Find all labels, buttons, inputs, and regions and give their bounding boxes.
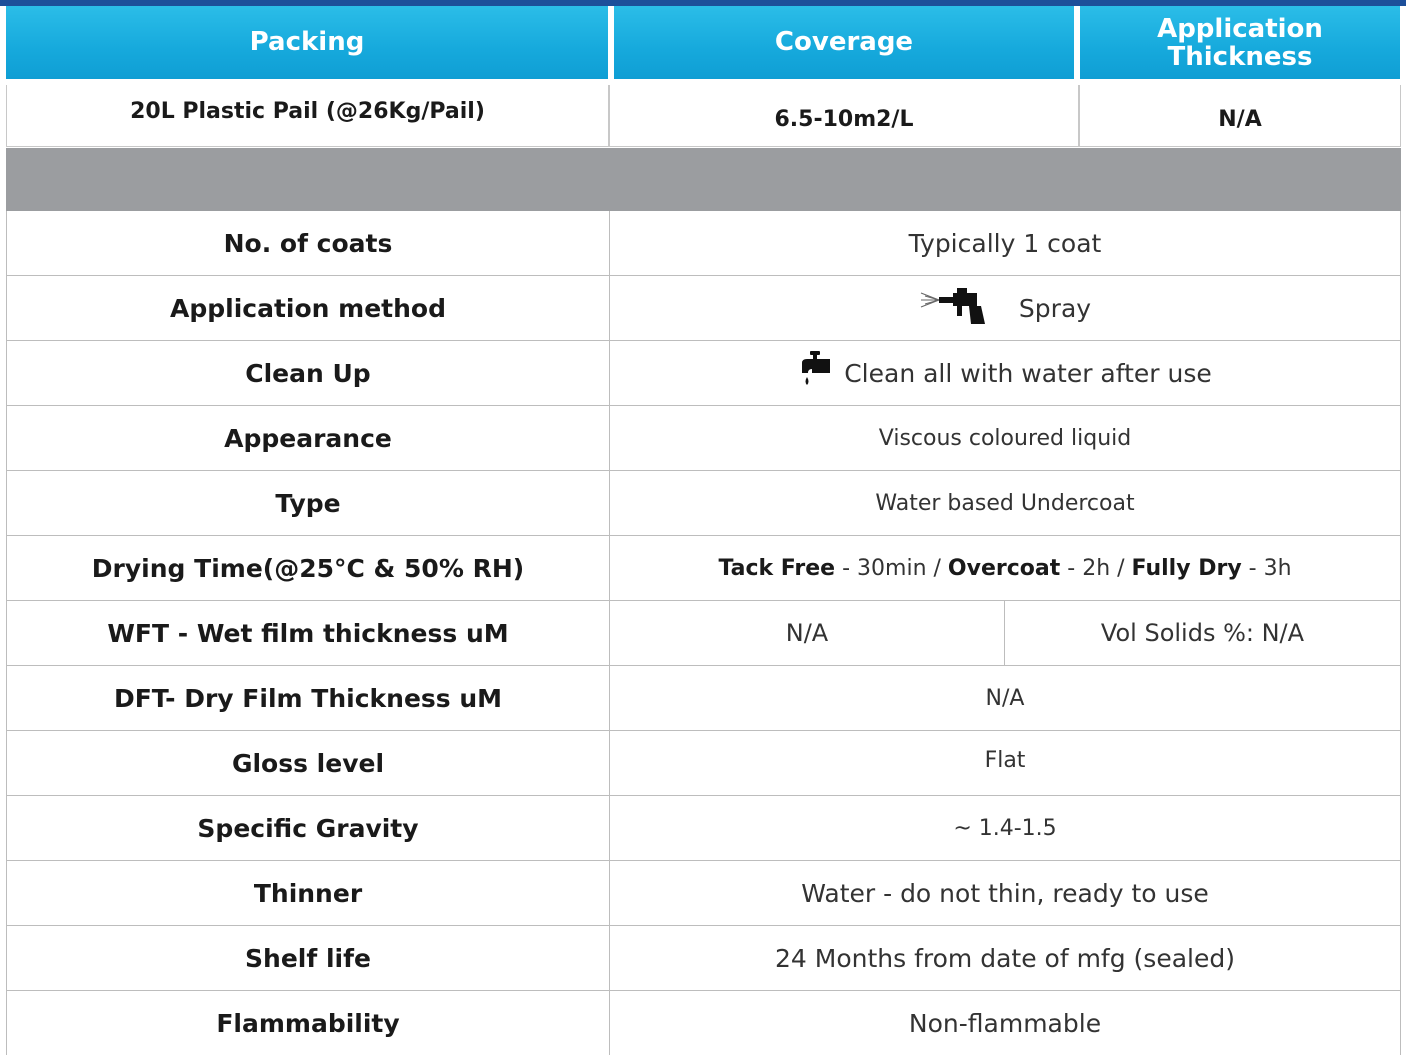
overcoat-value: - 2h / — [1060, 555, 1132, 581]
spec-row-appearance: Appearance Viscous coloured liquid — [6, 406, 1401, 471]
spec-value: ~ 1.4-1.5 — [610, 796, 1401, 860]
spec-label: Type — [6, 471, 610, 535]
spec-row-clean-up: Clean Up Clean all with water after use — [6, 341, 1401, 406]
coverage-value: 6.5-10m2/L — [609, 85, 1079, 147]
spec-value: Flat — [610, 731, 1401, 795]
tack-free-value: - 30min / — [835, 555, 948, 581]
vol-solids-value: Vol Solids %: N/A — [1005, 601, 1401, 665]
spec-row-specific-gravity: Specific Gravity ~ 1.4-1.5 — [6, 796, 1401, 861]
spec-value: 24 Months from date of mfg (sealed) — [610, 926, 1401, 990]
spec-value: Water based Undercoat — [610, 471, 1401, 535]
fully-dry-value: - 3h — [1241, 555, 1292, 581]
spray-label: Spray — [1018, 293, 1092, 323]
water-tap-icon — [798, 349, 832, 397]
spec-row-type: Type Water based Undercoat — [6, 471, 1401, 536]
header-application-thickness: Application Thickness — [1080, 6, 1400, 79]
spec-label: Clean Up — [6, 341, 610, 405]
spec-label: Specific Gravity — [6, 796, 610, 860]
spec-row-dft: DFT- Dry Film Thickness uM N/A — [6, 666, 1401, 731]
header-application-line: Application — [1157, 14, 1323, 45]
spec-row-shelf-life: Shelf life 24 Months from date of mfg (s… — [6, 926, 1401, 991]
spec-label: Appearance — [6, 406, 610, 470]
spec-row-drying-time: Drying Time(@25°C & 50% RH) Tack Free - … — [6, 536, 1401, 601]
spec-label: DFT- Dry Film Thickness uM — [6, 666, 610, 730]
tack-free-label: Tack Free — [718, 555, 836, 581]
spec-row-gloss: Gloss level Flat — [6, 731, 1401, 796]
spec-label: Drying Time(@25°C & 50% RH) — [6, 536, 610, 600]
spec-value: Typically 1 coat — [610, 211, 1401, 275]
section-divider-band — [6, 148, 1401, 211]
wft-value: N/A — [610, 601, 1005, 665]
header-packing-label: Packing — [249, 26, 365, 57]
spec-label: Application method — [6, 276, 610, 340]
spec-value: Non-flammable — [610, 991, 1401, 1055]
header-coverage-label: Coverage — [774, 26, 914, 57]
spec-row-wft: WFT - Wet film thickness uM N/A Vol Soli… — [6, 601, 1401, 666]
spec-value-clean-up: Clean all with water after use — [610, 341, 1401, 405]
spec-value: N/A — [610, 666, 1401, 730]
spec-label: Gloss level — [6, 731, 610, 795]
spec-label: Shelf life — [6, 926, 610, 990]
application-thickness-value: N/A — [1079, 85, 1401, 147]
spec-row-thinner: Thinner Water - do not thin, ready to us… — [6, 861, 1401, 926]
spec-value-application-method: Spray — [610, 276, 1401, 340]
spray-gun-icon — [919, 284, 997, 332]
header-packing: Packing — [6, 6, 608, 79]
header-application-thickness-label: Application Thickness — [1157, 16, 1323, 71]
spec-label: Thinner — [6, 861, 610, 925]
spec-row-application-method: Application method Spray — [6, 276, 1401, 341]
spec-value: Water - do not thin, ready to use — [610, 861, 1401, 925]
spec-label: WFT - Wet film thickness uM — [6, 601, 610, 665]
spec-value: Viscous coloured liquid — [610, 406, 1401, 470]
spec-label: No. of coats — [6, 211, 610, 275]
header-coverage: Coverage — [614, 6, 1074, 79]
spec-row-flammability: Flammability Non-flammable — [6, 991, 1401, 1055]
packing-value: 20L Plastic Pail (@26Kg/Pail) — [6, 85, 609, 147]
spec-label: Flammability — [6, 991, 610, 1055]
spec-value-drying-time: Tack Free - 30min / Overcoat - 2h / Full… — [610, 536, 1401, 600]
header-thickness-line: Thickness — [1167, 41, 1313, 72]
fully-dry-label: Fully Dry — [1131, 555, 1242, 581]
clean-up-text: Clean all with water after use — [844, 358, 1212, 388]
overcoat-label: Overcoat — [947, 555, 1061, 581]
spec-row-coats: No. of coats Typically 1 coat — [6, 211, 1401, 276]
